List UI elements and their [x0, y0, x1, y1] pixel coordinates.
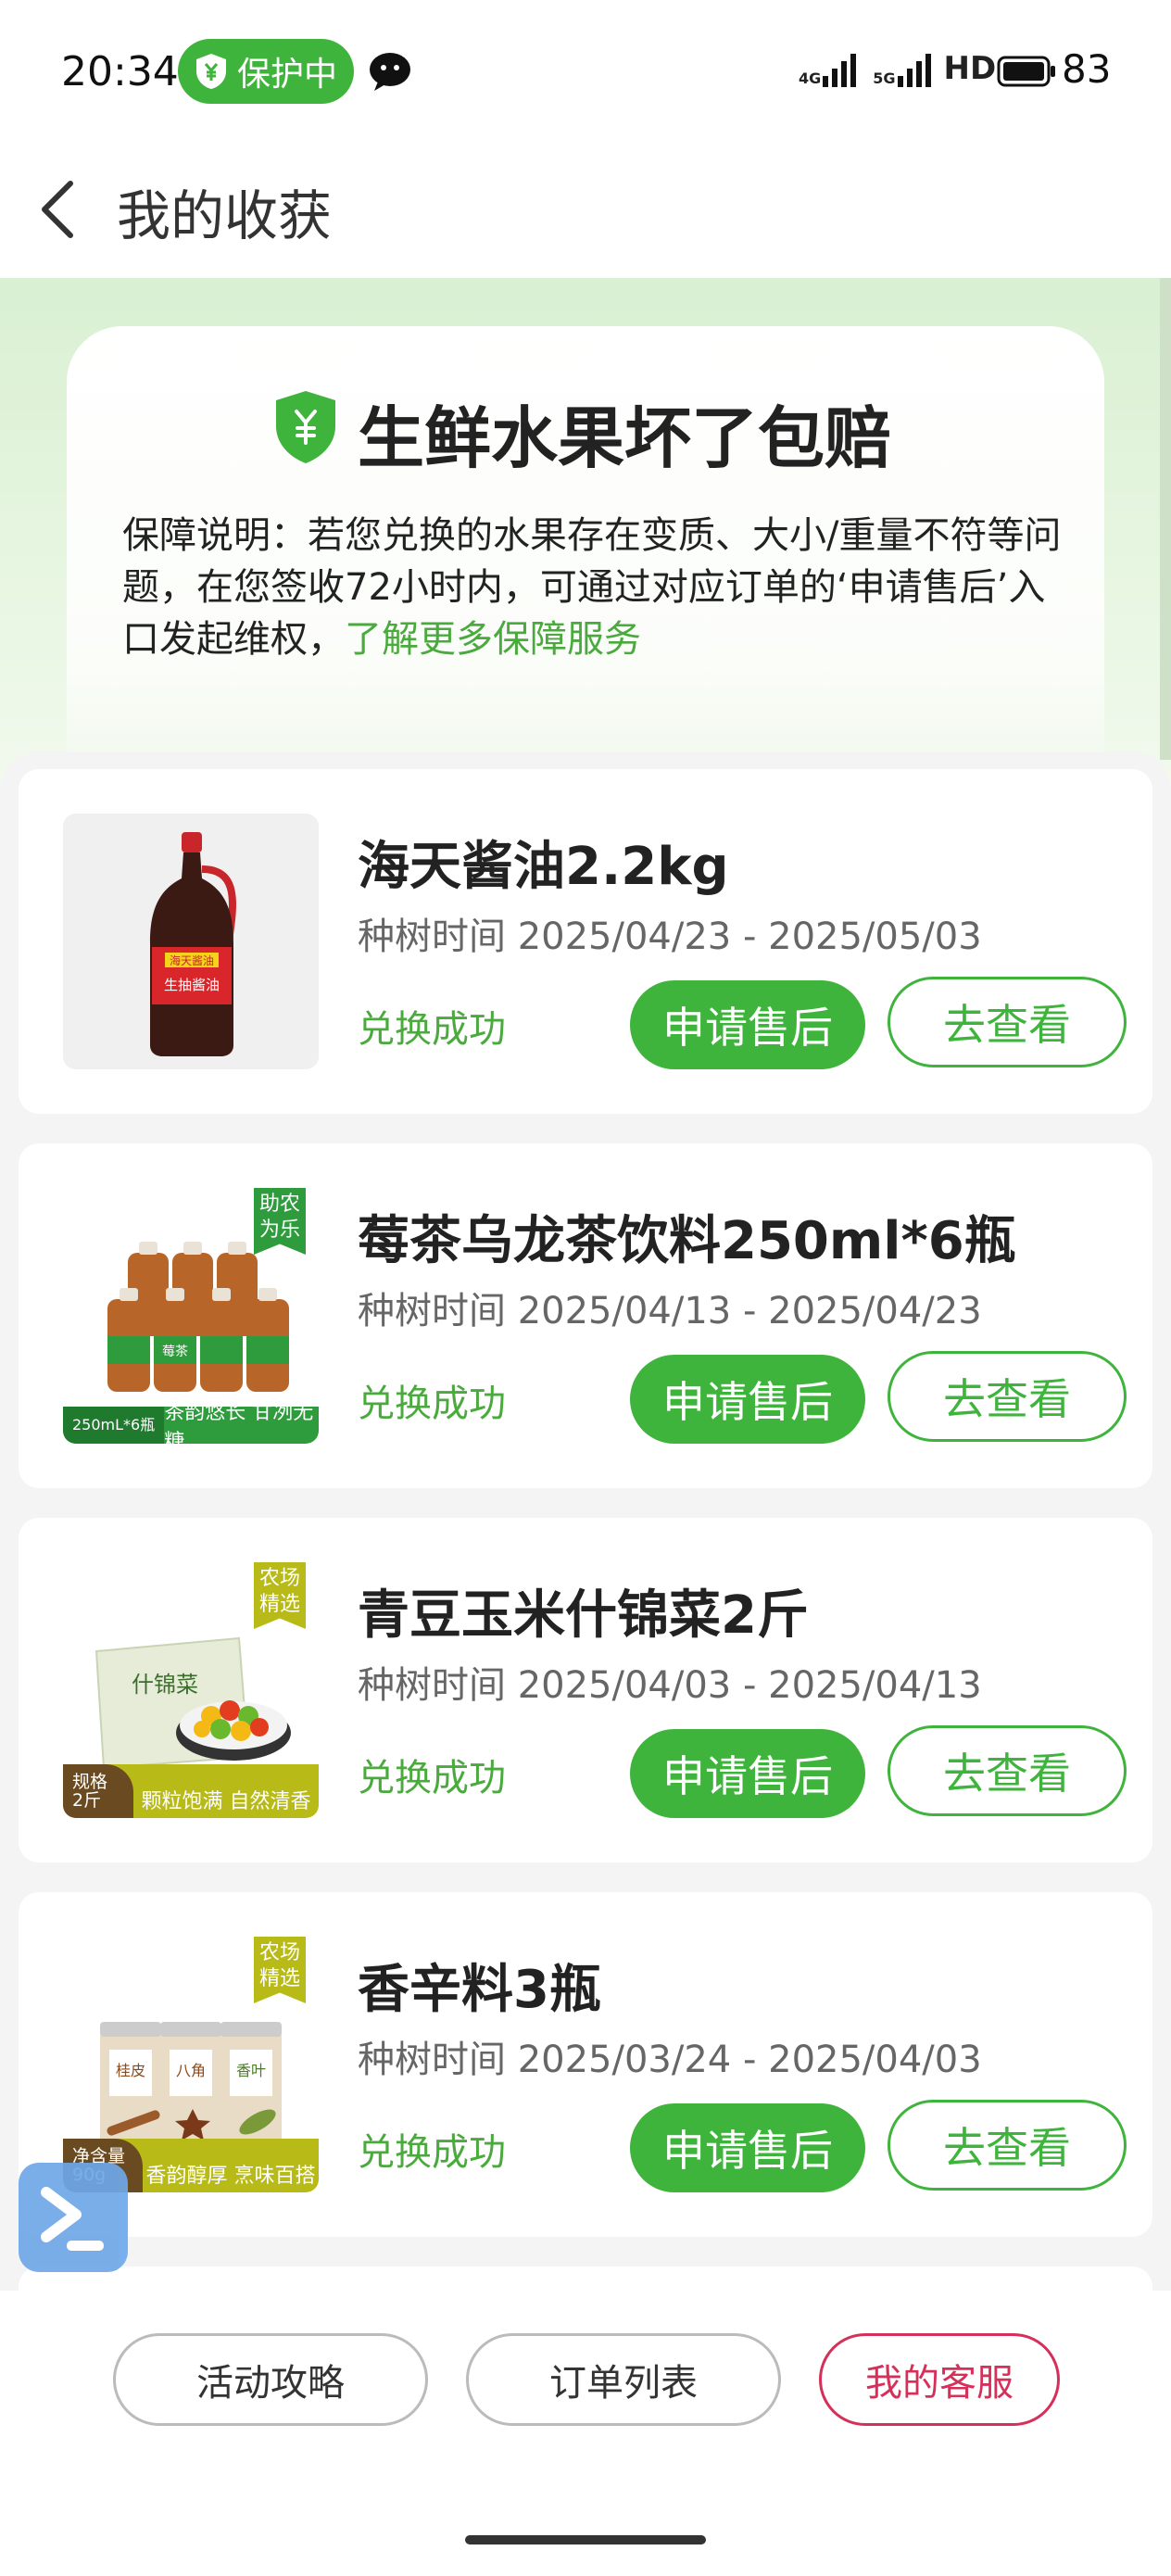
- strip-lead-line-1: 规格: [72, 1772, 108, 1792]
- network-4g-label: 4G: [799, 69, 822, 87]
- view-order-button[interactable]: 去查看: [888, 1351, 1127, 1442]
- terminal-icon: [41, 2187, 104, 2251]
- plant-date: 种树时间 2025/04/03 - 2025/04/13: [358, 1664, 982, 1707]
- apply-after-sale-button[interactable]: 申请售后: [630, 1729, 865, 1818]
- battery-icon: [997, 56, 1055, 87]
- nav-bar: 我的收获: [0, 139, 1171, 279]
- exchange-status: 兑换成功: [358, 1008, 506, 1051]
- bottom-action-bar: 活动攻略 订单列表 我的客服: [0, 2291, 1171, 2576]
- status-bar: 20:34 保护中 4G 5G HD 83: [0, 0, 1171, 139]
- plant-date: 种树时间 2025/03/24 - 2025/04/03: [358, 2039, 982, 2081]
- plant-date: 种树时间 2025/04/23 - 2025/05/03: [358, 915, 982, 958]
- tag-line-2: 精选: [258, 1967, 300, 1990]
- tag-line-2: 为乐: [258, 1219, 300, 1242]
- shield-icon: [196, 54, 226, 89]
- order-card: 什锦菜 农场 精选 规格 2斤 颗粒饱满 自然清香 青豆玉米什锦菜2斤 种树时间…: [19, 1518, 1152, 1863]
- jar-label: 香叶: [236, 2062, 266, 2079]
- customer-service-button[interactable]: 我的客服: [819, 2333, 1060, 2426]
- order-card: 莓茶 助农 为乐 250mL*6瓶 茶韵悠长 甘冽无糖 莓茶乌龙茶饮料250ml…: [19, 1143, 1152, 1488]
- activity-guide-button[interactable]: 活动攻略: [113, 2333, 428, 2426]
- tag-line-1: 农场: [258, 1941, 300, 1964]
- strip-lead: 规格 2斤: [63, 1764, 133, 1818]
- exchange-status: 兑换成功: [358, 1757, 506, 1799]
- protect-badge[interactable]: 保护中: [178, 39, 354, 104]
- order-list: 海天酱油 生抽酱油 海天酱油2.2kg 种树时间 2025/04/23 - 20…: [0, 752, 1171, 2322]
- product-image: 什锦菜 农场 精选 规格 2斤 颗粒饱满 自然清香: [63, 1562, 319, 1818]
- jar-label: 桂皮: [116, 2062, 145, 2079]
- bottle-name: 生抽酱油: [164, 977, 220, 993]
- apply-after-sale-button[interactable]: 申请售后: [630, 1355, 865, 1444]
- product-strip: 规格 2斤 颗粒饱满 自然清香: [63, 1764, 319, 1818]
- strip-lead-line-2: 2斤: [72, 1790, 102, 1811]
- bottle-brand: 海天酱油: [170, 953, 214, 967]
- strip-tail: 颗粒饱满 自然清香: [141, 1790, 311, 1813]
- product-title: 莓茶乌龙茶饮料250ml*6瓶: [358, 1211, 1016, 1271]
- battery-level: 83: [1062, 46, 1112, 92]
- plant-date: 种树时间 2025/04/13 - 2025/04/23: [358, 1290, 982, 1332]
- strip-tail: 茶韵悠长 甘冽无糖: [164, 1401, 314, 1444]
- network-5g-label: 5G: [873, 69, 896, 87]
- product-title: 香辛料3瓶: [358, 1960, 601, 2020]
- tag-line-2: 精选: [258, 1593, 300, 1616]
- scrollbar[interactable]: [1160, 278, 1171, 760]
- soy-sauce-image: 海天酱油 生抽酱油: [63, 814, 319, 1069]
- network-indicators: 4G 5G HD: [799, 50, 996, 87]
- hd-label: HD: [943, 50, 997, 87]
- signal-icon: [823, 54, 857, 87]
- floating-assistant-button[interactable]: [19, 2163, 128, 2272]
- exchange-status: 兑换成功: [358, 2131, 506, 2174]
- product-image: 海天酱油 生抽酱油: [63, 814, 319, 1069]
- product-strip: 250mL*6瓶 茶韵悠长 甘冽无糖: [63, 1401, 319, 1444]
- order-list-button[interactable]: 订单列表: [466, 2333, 781, 2426]
- strip-lead: 250mL*6瓶: [63, 1407, 165, 1444]
- back-icon[interactable]: [37, 180, 78, 239]
- product-image: 桂皮 八角 香叶 农场 精选 净含量 90g 香韵醇厚 烹味百搭: [63, 1937, 319, 2192]
- product-title: 海天酱油2.2kg: [358, 837, 729, 897]
- home-indicator[interactable]: [465, 2535, 706, 2544]
- guarantee-card: 生鲜水果坏了包赔 保障说明：若您兑换的水果存在变质、大小/重量不符等问题，在您签…: [67, 326, 1104, 808]
- page-title: 我的收获: [117, 184, 333, 247]
- tag-line-1: 助农: [258, 1193, 300, 1216]
- bag-label: 什锦菜: [132, 1672, 198, 1698]
- bottle-label: 莓茶: [162, 1345, 188, 1359]
- status-time: 20:34: [61, 48, 179, 95]
- guarantee-title: 生鲜水果坏了包赔: [358, 399, 892, 477]
- exchange-status: 兑换成功: [358, 1383, 506, 1425]
- learn-more-link[interactable]: 了解更多保障服务: [345, 618, 641, 661]
- protect-label: 保护中: [237, 56, 338, 94]
- strip-tail: 香韵醇厚 烹味百搭: [145, 2165, 316, 2188]
- wechat-icon: [370, 53, 410, 91]
- apply-after-sale-button[interactable]: 申请售后: [630, 980, 865, 1069]
- signal-icon: [897, 54, 931, 87]
- jar-label: 八角: [176, 2062, 206, 2079]
- guarantee-description: 保障说明：若您兑换的水果存在变质、大小/重量不符等问题，在您签收72小时内，可通…: [122, 510, 1067, 665]
- view-order-button[interactable]: 去查看: [888, 1725, 1127, 1816]
- order-card: 海天酱油 生抽酱油 海天酱油2.2kg 种树时间 2025/04/23 - 20…: [19, 769, 1152, 1114]
- apply-after-sale-button[interactable]: 申请售后: [630, 2103, 865, 2192]
- tag-line-1: 农场: [258, 1567, 300, 1590]
- shield-icon: [276, 391, 335, 463]
- view-order-button[interactable]: 去查看: [888, 977, 1127, 1067]
- product-image: 莓茶 助农 为乐 250mL*6瓶 茶韵悠长 甘冽无糖: [63, 1188, 319, 1444]
- order-card: 桂皮 八角 香叶 农场 精选 净含量 90g 香韵醇厚 烹味百搭 香辛料3瓶 种…: [19, 1892, 1152, 2237]
- view-order-button[interactable]: 去查看: [888, 2100, 1127, 2191]
- product-title: 青豆玉米什锦菜2斤: [358, 1585, 809, 1646]
